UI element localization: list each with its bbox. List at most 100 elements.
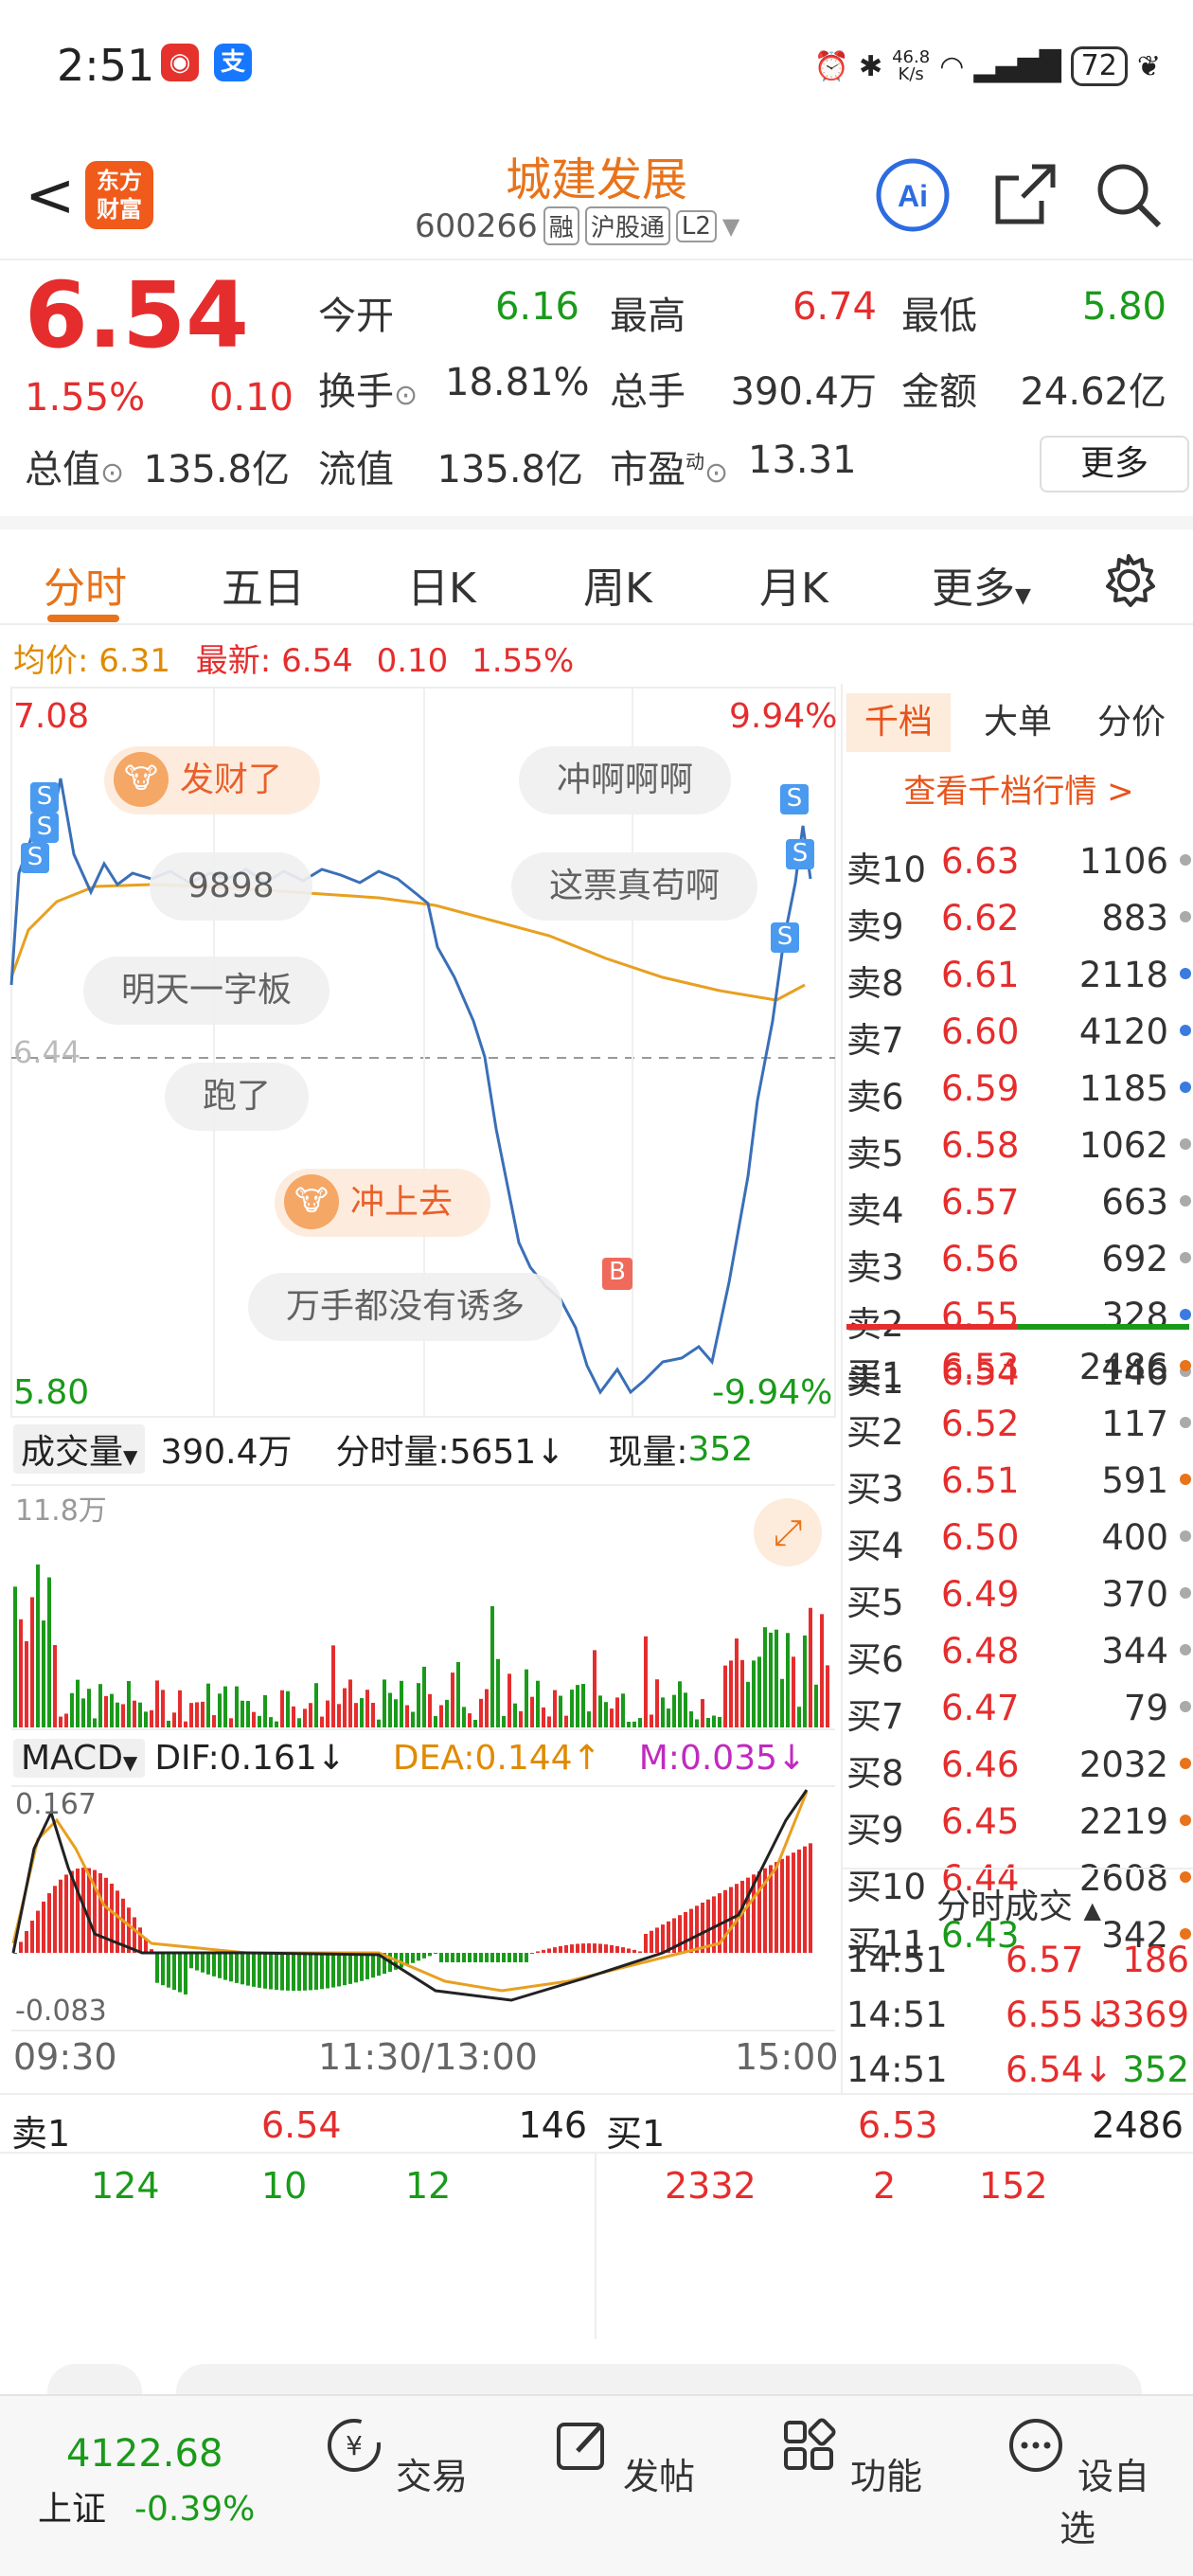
ask-row[interactable]: 卖7 6.60 4120 <box>846 1006 1191 1061</box>
comment-bubble[interactable]: 跑了 <box>165 1063 310 1131</box>
ask-row[interactable]: 卖10 6.63 1106 <box>846 835 1191 890</box>
chevron-down-icon[interactable]: ▼ <box>722 213 739 240</box>
sell-marker[interactable]: S <box>771 922 799 953</box>
tab-more[interactable]: 更多▼ <box>932 554 1031 615</box>
volume-bar <box>195 1702 199 1727</box>
signal-icon: ▂▄▆█ <box>973 49 1061 83</box>
level-price: 6.60 <box>941 1011 1020 1052</box>
tab-daily-k[interactable]: 日K <box>407 554 476 615</box>
tab-weekly-k[interactable]: 周K <box>583 554 652 615</box>
volume-bar <box>348 1679 352 1727</box>
tab-depth[interactable]: 千档 <box>846 693 951 752</box>
comment-bubble[interactable]: 万手都没有诱多 <box>248 1273 563 1341</box>
level-price: 6.56 <box>941 1239 1020 1279</box>
index-ticker[interactable]: 4122.68 上证 -0.39% <box>38 2432 265 2531</box>
share-icon[interactable] <box>985 155 1064 235</box>
tab-intraday[interactable]: 分时 <box>44 554 127 615</box>
bid-row[interactable]: 买6 6.48 344 <box>846 1625 1191 1680</box>
bid-row[interactable]: 买3 6.51 591 <box>846 1455 1191 1510</box>
bid-row[interactable]: 买7 6.47 79 <box>846 1682 1191 1737</box>
ask-row[interactable]: 卖8 6.61 2118 <box>846 949 1191 1004</box>
info-icon[interactable]: ⊙ <box>394 379 418 412</box>
macd-bar <box>757 1871 761 1953</box>
bid-row[interactable]: 买9 6.45 2219 <box>846 1796 1191 1851</box>
volume-bar <box>178 1690 182 1727</box>
macd-bar <box>456 1953 460 1962</box>
tab-monthly-k[interactable]: 月K <box>759 554 828 615</box>
ask-row[interactable]: 卖6 6.59 1185 <box>846 1063 1191 1118</box>
level-dot <box>1180 1138 1191 1150</box>
ask-row[interactable]: 卖2 6.55 328 <box>846 1290 1191 1345</box>
expand-icon[interactable]: ⤢ <box>754 1498 822 1566</box>
tag-margin: 融 <box>543 206 579 245</box>
bid-row[interactable]: 买1 6.53 2486 <box>846 1341 1191 1396</box>
comment-bubble[interactable]: 明天一字板 <box>83 957 330 1025</box>
macd-bar <box>42 1901 45 1953</box>
bid-row[interactable]: 买4 6.50 400 <box>846 1512 1191 1566</box>
comment-bubble[interactable]: 9898 <box>150 852 312 921</box>
sell-marker[interactable]: S <box>30 782 59 813</box>
bid-row[interactable]: 买5 6.49 370 <box>846 1568 1191 1623</box>
search-icon[interactable] <box>1089 155 1168 235</box>
dea-line <box>11 1791 809 1993</box>
status-bar: 2:51 ◉ 支 ⏰ ✱ 46.8 K/s ◠ ▂▄▆█ 72 ❦ <box>0 0 1193 133</box>
nav-trade[interactable]: ¥ 交易 <box>320 2415 472 2499</box>
bid-row[interactable]: 买2 6.52 117 <box>846 1398 1191 1453</box>
sell-marker[interactable]: S <box>786 839 814 869</box>
sell-marker[interactable]: S <box>30 813 59 843</box>
tab-large-orders[interactable]: 大单 <box>966 693 1070 752</box>
level-price: 6.46 <box>941 1744 1020 1785</box>
level-price: 6.45 <box>941 1801 1020 1842</box>
tab-price-distribution[interactable]: 分价 <box>1079 693 1184 752</box>
nav-post[interactable]: 发帖 <box>547 2415 699 2499</box>
more-button[interactable]: 更多 <box>1040 436 1189 492</box>
comment-input[interactable] <box>176 2364 1142 2396</box>
trades-title[interactable]: 分时成交 ▲ <box>843 1879 1193 1928</box>
macd-bar <box>479 1953 483 1962</box>
macd-bar <box>263 1953 267 1989</box>
ask-row[interactable]: 卖5 6.58 1062 <box>846 1119 1191 1174</box>
nav-functions[interactable]: 功能 <box>775 2415 926 2499</box>
macd-bar <box>530 1953 534 1954</box>
ai-assistant-icon[interactable]: Ai <box>873 155 953 235</box>
sell-marker[interactable]: S <box>780 784 809 814</box>
sell-marker[interactable]: S <box>21 843 49 873</box>
nav-add-watchlist[interactable]: 设自选 <box>1002 2415 1153 2551</box>
macd-bar <box>513 1953 517 1962</box>
comment-bubble[interactable]: 冲啊啊啊 <box>519 746 732 814</box>
settings-gear-icon[interactable] <box>1098 550 1159 611</box>
change-value: 0.10 <box>208 376 294 420</box>
ask-row[interactable]: 卖4 6.57 663 <box>846 1176 1191 1231</box>
ask-row[interactable]: 卖9 6.62 883 <box>846 892 1191 947</box>
volume-indicator-selector[interactable]: 成交量▼ <box>13 1424 146 1474</box>
comment-bubble[interactable]: 这票真苟啊 <box>511 852 758 921</box>
volume-bar <box>502 1715 506 1727</box>
volume-bar <box>405 1705 409 1727</box>
bid-row[interactable]: 买8 6.46 2032 <box>846 1739 1191 1794</box>
info-icon[interactable]: ⊙ <box>100 456 124 490</box>
volume-bar <box>678 1681 682 1727</box>
volume-bar <box>530 1696 534 1727</box>
app-notification-icon: ◉ <box>161 44 199 81</box>
volume-bar <box>360 1698 364 1727</box>
chart-tabs: 分时 五日 日K 周K 月K 更多▼ <box>0 516 1193 625</box>
emoji-button[interactable] <box>47 2364 142 2396</box>
time-axis-start: 09:30 <box>13 2036 117 2078</box>
macd-bar <box>650 1930 653 1953</box>
ask-row[interactable]: 卖3 6.56 692 <box>846 1233 1191 1288</box>
buy-marker[interactable]: B <box>602 1258 632 1290</box>
view-depth-link[interactable]: 查看千档行情 > <box>843 765 1193 812</box>
volume-bar <box>189 1703 193 1727</box>
comment-bubble[interactable]: 🐮 发财了 <box>104 746 321 814</box>
current-price: 6.54 <box>25 262 249 368</box>
intraday-chart[interactable]: 7.08 9.94% 6.44 5.80 -9.94% S S S S S S … <box>0 684 841 2095</box>
info-icon[interactable]: ⊙ <box>704 456 728 490</box>
macd-bar <box>661 1924 665 1953</box>
comment-bubble[interactable]: 🐮 冲上去 <box>275 1169 491 1237</box>
tab-five-day[interactable]: 五日 <box>222 554 305 615</box>
low-value: 5.80 <box>1081 285 1166 329</box>
volume-bar <box>468 1713 472 1727</box>
macd-axis-top: 0.167 <box>15 1788 97 1821</box>
macd-indicator-selector[interactable]: MACD▼ <box>13 1738 146 1778</box>
volume-bar <box>553 1690 557 1727</box>
